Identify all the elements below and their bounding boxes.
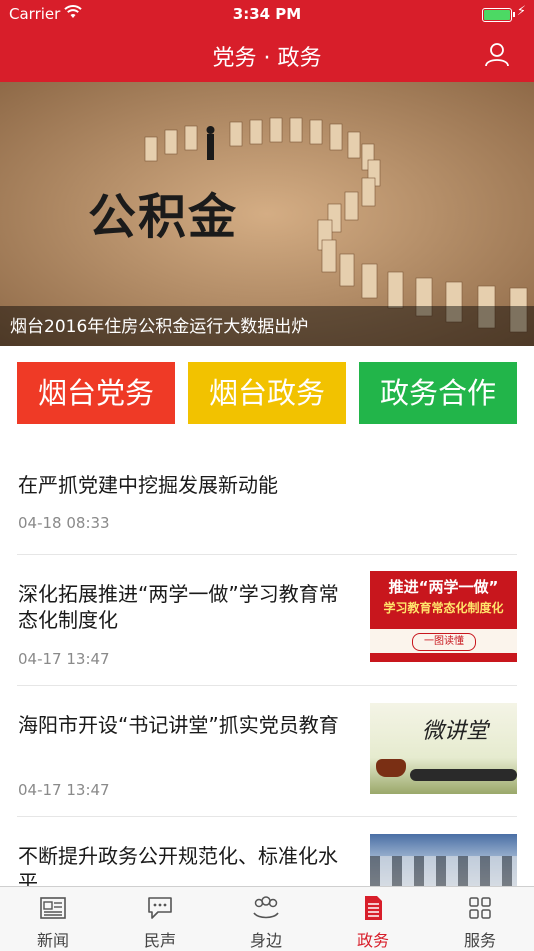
banner-carousel[interactable]: 公积金 烟台2016年住房公积金运行大数据出炉 — [0, 82, 534, 346]
category-button-party-affairs[interactable]: 烟台党务 — [17, 362, 175, 424]
category-button-cooperation[interactable]: 政务合作 — [359, 362, 517, 424]
tab-government[interactable]: 政务 — [320, 887, 426, 951]
tab-nearby[interactable]: 身边 — [213, 887, 319, 951]
people-icon — [253, 896, 279, 919]
document-icon — [365, 896, 382, 920]
banner-image-text: 公积金 — [88, 189, 239, 245]
grid-icon — [469, 897, 491, 919]
newspaper-icon — [40, 897, 66, 919]
news-thumbnail: 微讲堂 — [370, 703, 517, 794]
news-title: 海阳市开设“书记讲堂”抓实党员教育 — [18, 713, 339, 737]
news-date: 04-18 08:33 — [18, 514, 110, 532]
tab-label: 政务 — [356, 931, 389, 950]
banner-caption[interactable]: 烟台2016年住房公积金运行大数据出炉 — [10, 312, 308, 337]
nav-bar: 党务 · 政务 — [0, 28, 534, 82]
tab-label: 服务 — [463, 931, 496, 950]
tab-voices[interactable]: 民声 — [107, 887, 213, 951]
thumbnail-text: 学习教育常态化制度化 — [383, 601, 504, 615]
tab-services[interactable]: 服务 — [427, 887, 533, 951]
news-item[interactable]: 在严抓党建中挖掘发展新动能 04-18 08:33 — [17, 448, 517, 555]
tab-label: 新闻 — [36, 931, 69, 950]
charging-icon: ⚡ — [516, 4, 526, 19]
battery-icon — [482, 8, 515, 22]
news-title: 在严抓党建中挖掘发展新动能 — [18, 473, 278, 497]
news-title: 深化拓展推进“两学一做”学习教育常态化制度化 — [18, 582, 339, 632]
news-date: 04-17 13:47 — [18, 650, 110, 668]
tab-news[interactable]: 新闻 — [0, 887, 106, 951]
chat-bubble-icon — [148, 897, 172, 919]
news-item[interactable]: 深化拓展推进“两学一做”学习教育常态化制度化 04-17 13:47 推进“两学… — [17, 555, 517, 686]
tab-bar: 新闻 民声 身边 政务 服务 — [0, 886, 534, 951]
news-item[interactable]: 海阳市开设“书记讲堂”抓实党员教育 04-17 13:47 微讲堂 — [17, 686, 517, 817]
user-profile-icon[interactable] — [484, 41, 510, 67]
thumbnail-text: 推进“两学一做” — [388, 578, 499, 596]
status-bar: Carrier 3:34 PM ⚡ — [0, 0, 534, 28]
news-item[interactable]: 不断提升政务公开规范化、标准化水平 — [17, 817, 517, 897]
status-time: 3:34 PM — [232, 5, 302, 23]
news-thumbnail: 推进“两学一做” 学习教育常态化制度化 一图读懂 — [370, 571, 517, 662]
news-thumbnail — [370, 834, 517, 894]
tab-label: 民声 — [143, 931, 176, 950]
thumbnail-text: 一图读懂 — [412, 633, 476, 651]
page-title: 党务 · 政务 — [212, 46, 322, 71]
category-button-government-affairs[interactable]: 烟台政务 — [188, 362, 346, 424]
thumbnail-text: 微讲堂 — [422, 719, 489, 744]
tab-label: 身边 — [249, 931, 282, 950]
news-date: 04-17 13:47 — [18, 781, 110, 799]
